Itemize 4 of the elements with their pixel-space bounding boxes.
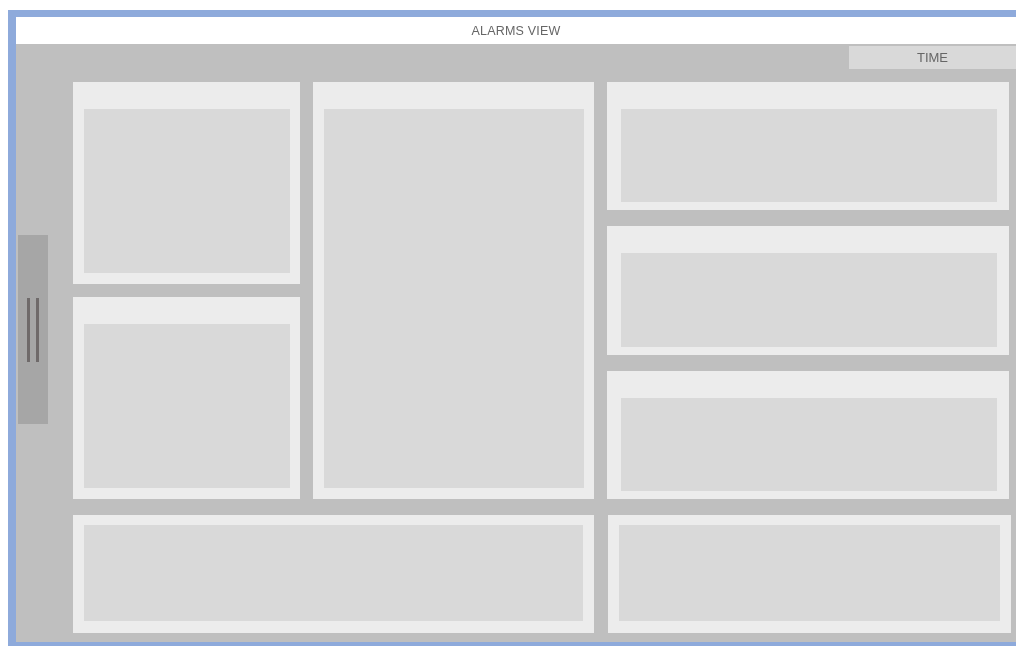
time-label: TIME xyxy=(849,46,1016,69)
drawer-handle[interactable] xyxy=(18,235,48,424)
grip-icon xyxy=(26,297,40,362)
window-title: ALARMS VIEW xyxy=(471,23,561,38)
